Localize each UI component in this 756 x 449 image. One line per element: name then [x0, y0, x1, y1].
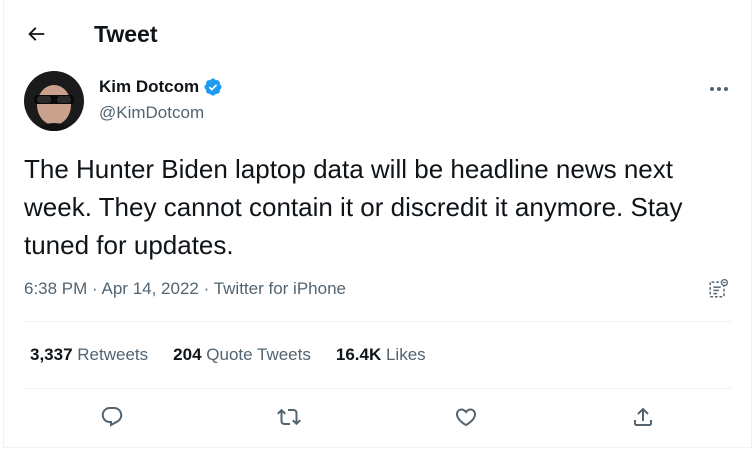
author-name-row: Kim Dotcom	[99, 76, 223, 98]
author-handle[interactable]: @KimDotcom	[99, 102, 204, 124]
divider	[24, 321, 732, 322]
retweet-icon	[277, 405, 301, 429]
retweet-button[interactable]	[274, 402, 304, 432]
share-button[interactable]	[628, 402, 658, 432]
tweet-text: The Hunter Biden laptop data will be hea…	[24, 154, 683, 260]
tweet-header: Tweet	[0, 0, 756, 66]
more-options-button[interactable]	[706, 76, 732, 102]
author-display-name[interactable]: Kim Dotcom	[99, 76, 199, 98]
reply-icon	[100, 405, 124, 429]
likes-label: Likes	[385, 345, 426, 364]
back-button[interactable]	[22, 20, 50, 48]
heart-icon	[454, 405, 478, 429]
tweet-source[interactable]: Twitter for iPhone	[214, 279, 346, 298]
likes-count: 16.4K	[335, 345, 382, 364]
reply-button[interactable]	[97, 402, 127, 432]
meta-separator: ·	[92, 279, 98, 298]
quote-tweets-count: 204	[173, 345, 202, 364]
quote-tweets-stat[interactable]: 204 Quote Tweets	[173, 344, 311, 366]
like-button[interactable]	[451, 402, 481, 432]
tweet-date[interactable]: Apr 14, 2022	[102, 279, 199, 298]
meta-separator: ·	[203, 279, 210, 298]
tweet-metadata: 6:38 PM · Apr 14, 2022 · Twitter for iPh…	[24, 278, 346, 300]
retweets-stat[interactable]: 3,337 Retweets	[30, 344, 148, 366]
arrow-left-icon	[25, 23, 47, 45]
analytics-button[interactable]	[706, 277, 730, 301]
page-title: Tweet	[94, 21, 158, 47]
avatar[interactable]	[24, 71, 84, 131]
retweets-count: 3,337	[30, 345, 73, 364]
divider	[24, 388, 732, 389]
retweets-label: Retweets	[77, 345, 149, 364]
verified-badge-icon	[203, 77, 223, 97]
more-horizontal-icon	[709, 86, 729, 92]
tweet-actions-bar	[0, 395, 756, 439]
tweet-time[interactable]: 6:38 PM	[24, 279, 87, 298]
tweet-stats: 3,337 Retweets 204 Quote Tweets 16.4K Li…	[30, 344, 451, 366]
analytics-icon	[707, 278, 729, 300]
quote-tweets-label: Quote Tweets	[206, 345, 311, 364]
likes-stat[interactable]: 16.4K Likes	[336, 344, 426, 366]
share-icon	[631, 405, 655, 429]
